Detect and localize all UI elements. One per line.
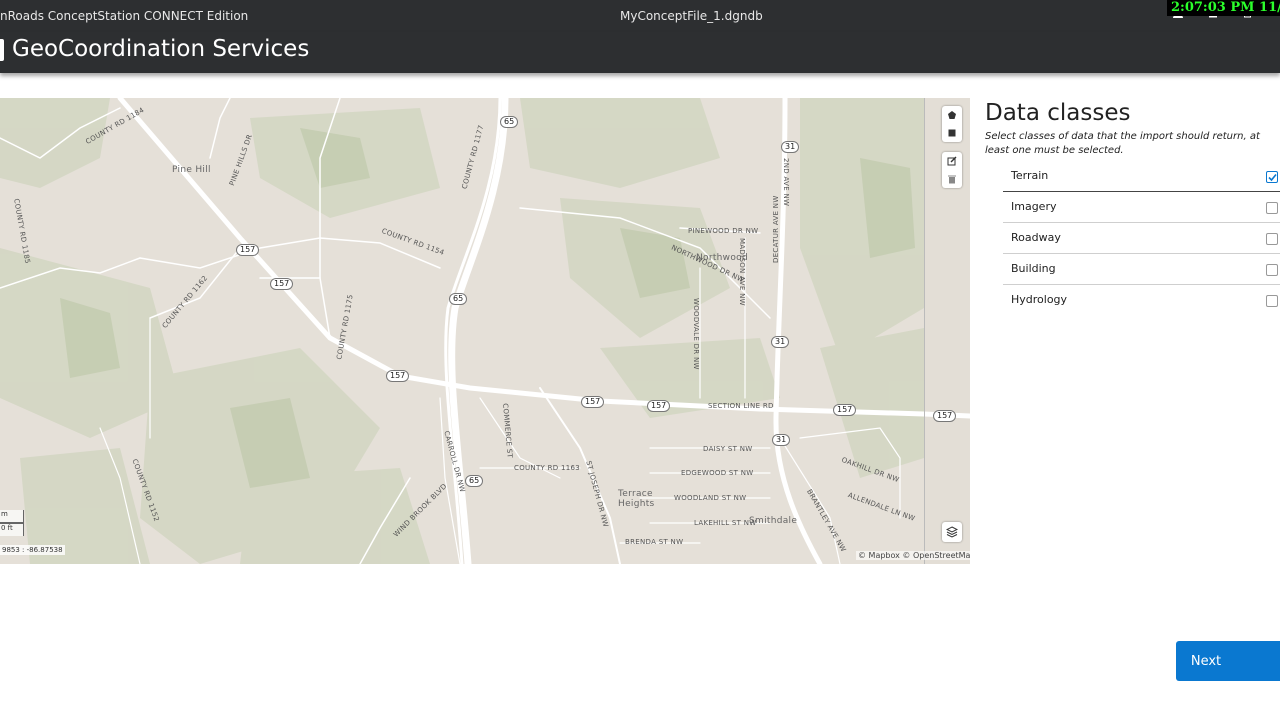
app-header: GeoCoordination Services [0,32,1280,73]
map-label-decatur-ave: DECATUR AVE NW [772,195,780,263]
layers-icon [946,526,958,538]
map-label-woodvale-dr: WOODVALE DR NW [692,298,700,370]
terrain-checkbox[interactable] [1266,171,1278,183]
hydrology-checkbox[interactable] [1266,295,1278,307]
imagery-checkbox[interactable] [1266,202,1278,214]
draw-shape-toolbar [942,106,962,142]
map-view[interactable]: Pine Hill Northwood Terrace Heights Smit… [0,98,970,564]
building-checkbox[interactable] [1266,264,1278,276]
shield-sr157: 157 [933,410,957,422]
map-label-woodland-st: WOODLAND ST NW [674,494,747,502]
scale-imperial: 0 ft [0,523,24,536]
class-label: Roadway [1011,231,1061,244]
class-row-imagery[interactable]: Imagery [1003,192,1280,223]
delete-shape-button[interactable] [942,170,962,188]
data-classes-title: Data classes [985,100,1131,126]
edit-shape-button[interactable] [942,152,962,170]
data-class-list: Terrain Imagery Roadway Building Hydrolo… [1003,161,1280,315]
checkmark-icon [1268,173,1277,182]
class-row-terrain[interactable]: Terrain [1003,161,1280,192]
class-label: Building [1011,262,1056,275]
map-scale: m 0 ft [0,510,24,536]
shield-i65: 65 [449,293,468,305]
class-label: Imagery [1011,200,1057,213]
shield-us31: 31 [771,336,790,348]
class-label: Terrain [1011,169,1049,182]
map-label-heights: Heights [618,499,655,509]
shield-sr157: 157 [833,404,857,416]
scale-metric: m [0,510,24,523]
clock-overlay: 2:07:03 PM 11/10/2 [1167,0,1280,16]
shield-sr157: 157 [647,400,671,412]
draw-rectangle-button[interactable] [942,124,962,142]
map-label-lakehill-st: LAKEHILL ST NW [694,519,757,527]
class-row-building[interactable]: Building [1003,254,1280,285]
map-label-pinewood-dr: PINEWOOD DR NW [688,227,759,235]
draw-polygon-button[interactable] [942,106,962,124]
map-label-daisy-st: DAISY ST NW [703,445,753,453]
page-title: GeoCoordination Services [12,36,310,62]
file-name: MyConceptFile_1.dgndb [620,9,763,23]
shield-i65: 65 [465,475,484,487]
next-button[interactable]: Next [1176,641,1280,681]
data-classes-description: Select classes of data that the import s… [985,131,1260,156]
map-label-terrace: Terrace [618,489,653,499]
map-attribution[interactable]: © Mapbox © OpenStreetMap [856,551,970,560]
class-label: Hydrology [1011,293,1068,306]
class-row-hydrology[interactable]: Hydrology [1003,285,1280,315]
window-title-bar: nRoads ConceptStation CONNECT Edition My… [0,0,1280,32]
shield-sr157: 157 [270,278,294,290]
shield-sr157: 157 [581,396,605,408]
map-label-county-rd-1163: COUNTY RD 1163 [514,464,581,472]
map-label-pine-hill: Pine Hill [172,165,211,175]
shield-sr157: 157 [236,244,260,256]
shield-i65: 65 [500,116,519,128]
roadway-checkbox[interactable] [1266,233,1278,245]
cursor-coordinates: 9853 : -86.87538 [0,545,65,555]
logo-icon [0,39,4,61]
layers-button[interactable] [942,522,962,542]
map-label-section-line-rd: SECTION LINE RD [708,402,774,410]
map-label-2nd-ave: 2ND AVE NW [782,158,790,207]
shield-us31: 31 [772,434,791,446]
app-name: nRoads ConceptStation CONNECT Edition [0,9,249,23]
map-label-brenda-st: BRENDA ST NW [625,538,684,546]
map-label-madison-ave: MADISON AVE NW [738,238,746,306]
shield-us31: 31 [781,141,800,153]
map-divider [924,98,925,564]
edit-toolbar [942,152,962,188]
shield-sr157: 157 [386,370,410,382]
map-label-edgewood-st: EDGEWOOD ST NW [681,469,754,477]
class-row-roadway[interactable]: Roadway [1003,223,1280,254]
